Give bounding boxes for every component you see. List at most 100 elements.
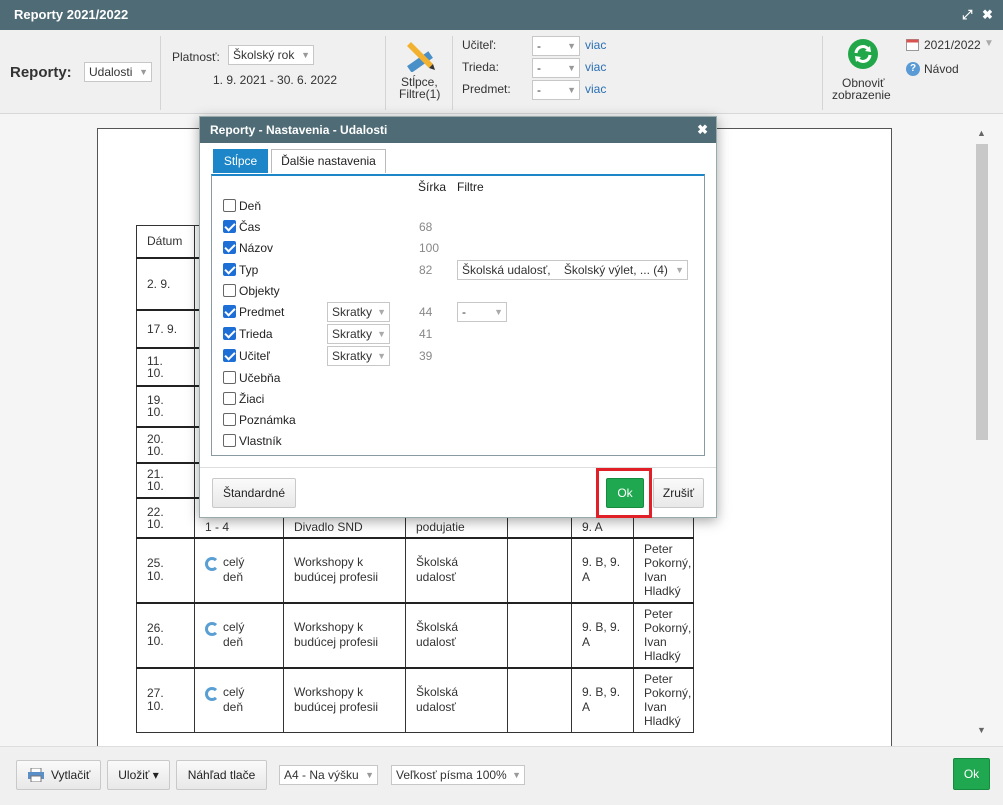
column-name: Čas <box>239 220 261 234</box>
help-label: Návod <box>924 62 959 76</box>
type-cell: Školská udalosť <box>405 601 508 668</box>
column-row-cas: Čas 68 <box>212 217 692 237</box>
platnost-select[interactable]: Školský rok ▼ <box>228 45 314 65</box>
close-icon[interactable]: ✖ <box>982 0 993 30</box>
printer-icon <box>28 768 44 782</box>
paper-size-value: A4 - Na výšku <box>284 768 359 782</box>
school-year-value: 2021/2022 <box>924 38 981 52</box>
tab-more-settings[interactable]: Ďalšie nastavenia <box>271 149 386 173</box>
trieda-checkbox[interactable] <box>223 327 236 340</box>
time-value: celý deň <box>223 555 245 584</box>
column-width: 41 <box>419 327 433 341</box>
predmet-more-link[interactable]: viac <box>585 82 606 96</box>
trieda-select[interactable]: - ▼ <box>532 58 580 78</box>
column-name: Trieda <box>239 327 273 341</box>
pencil-ruler-icon <box>407 42 435 72</box>
objekty-checkbox[interactable] <box>223 284 236 297</box>
column-row-predmet: Predmet Skratky ▼ 44 - ▼ <box>212 302 702 322</box>
ucitel-select[interactable]: - ▼ <box>532 36 580 56</box>
columns-filter-button[interactable]: Stĺpce, Filtre(1) <box>393 36 449 110</box>
scroll-up-icon[interactable]: ▲ <box>977 128 986 138</box>
predmet-filter-select[interactable]: - ▼ <box>457 302 507 322</box>
paper-size-select[interactable]: A4 - Na výšku ▼ <box>279 765 378 785</box>
column-name: Názov <box>239 241 274 255</box>
date-cell: 26. 10. <box>136 601 195 668</box>
table-row: 26. 10. celý deň Workshopy k budúcej pro… <box>136 601 695 668</box>
date-cell: 27. 10. <box>136 666 195 733</box>
scroll-down-icon[interactable]: ▼ <box>977 725 986 735</box>
predmet-mode-select[interactable]: Skratky ▼ <box>327 302 390 322</box>
refresh-label-2: zobrazenie <box>832 88 891 102</box>
refresh-button[interactable]: Obnoviť zobrazenie <box>828 36 898 110</box>
predmet-checkbox[interactable] <box>223 305 236 318</box>
divider <box>385 36 386 110</box>
ucitel-mode-value: Skratky <box>332 349 373 363</box>
ziaci-checkbox[interactable] <box>223 392 236 405</box>
predmet-select[interactable]: - ▼ <box>532 80 580 100</box>
column-width: 82 <box>419 263 433 277</box>
typ-filter-value: Školská udalosť, Školský výlet, ... (4) <box>462 263 668 277</box>
nazov-checkbox[interactable] <box>223 241 236 254</box>
time-value: celý deň <box>223 685 245 715</box>
ok-button[interactable]: Ok <box>953 758 990 790</box>
ucitel-checkbox[interactable] <box>223 349 236 362</box>
name-cell: Workshopy k budúcej profesii <box>283 536 406 603</box>
ucitel-label: Učiteľ: <box>462 38 497 52</box>
ucebna-checkbox[interactable] <box>223 371 236 384</box>
date-cell: 21. 10. <box>136 461 195 498</box>
cas-checkbox[interactable] <box>223 220 236 233</box>
date-cell: 19. 10. <box>136 384 195 427</box>
calendar-icon <box>906 39 919 51</box>
trieda-more-link[interactable]: viac <box>585 60 606 74</box>
column-row-ucebna: Učebňa <box>212 368 692 388</box>
ucitel-mode-select[interactable]: Skratky ▼ <box>327 346 390 366</box>
divider <box>822 36 823 110</box>
maximize-icon[interactable]: ⤢ <box>962 0 972 30</box>
print-preview-button[interactable]: Náhľad tlače <box>176 760 267 790</box>
divider <box>160 36 161 110</box>
chevron-down-icon: ▼ <box>675 265 684 275</box>
column-name: Vlastník <box>239 434 282 448</box>
name-cell: Workshopy k budúcej profesii <box>283 666 406 733</box>
typ-checkbox[interactable] <box>223 263 236 276</box>
time-value: celý deň <box>223 620 245 649</box>
report-type-value: Udalosti <box>89 65 133 79</box>
ucitel-more-link[interactable]: viac <box>585 38 606 52</box>
date-cell: 22. 10. <box>136 496 195 538</box>
scrollbar-thumb[interactable] <box>976 144 988 440</box>
window-title: Reporty 2021/2022 <box>14 7 129 22</box>
type-cell: Školská udalosť <box>405 536 508 603</box>
type-cell: Školská udalosť <box>405 666 508 733</box>
teacher-cell: Peter Pokorný, Ivan Hladký <box>632 536 695 603</box>
report-type-select[interactable]: Udalosti ▼ <box>84 62 152 82</box>
tab-columns[interactable]: Stĺpce <box>213 149 268 173</box>
vertical-scrollbar[interactable]: ▲ ▼ <box>974 128 989 738</box>
trieda-mode-select[interactable]: Skratky ▼ <box>327 324 390 344</box>
font-size-select[interactable]: Veľkosť písma 100% ▼ <box>391 765 525 785</box>
table-row: 27. 10. celý deň Workshopy k budúcej pro… <box>136 666 695 733</box>
column-width: 100 <box>419 241 440 255</box>
recurring-icon <box>205 686 219 701</box>
predmet-value: - <box>537 83 541 97</box>
den-checkbox[interactable] <box>223 199 236 212</box>
standard-button[interactable]: Štandardné <box>212 478 296 508</box>
typ-filter-select[interactable]: Školská udalosť, Školský výlet, ... (4) ▼ <box>457 260 688 280</box>
help-link[interactable]: ? Návod <box>906 61 966 79</box>
print-button[interactable]: Vytlačiť <box>16 760 101 790</box>
column-row-nazov: Názov 100 <box>212 238 692 258</box>
cancel-button[interactable]: Zrušiť <box>653 478 704 508</box>
vlastnik-checkbox[interactable] <box>223 434 236 447</box>
footer-bar: Vytlačiť Uložiť ▾ Náhľad tlače A4 - Na v… <box>0 746 1003 805</box>
column-row-den: Deň <box>212 196 692 216</box>
column-row-ucitel: Učiteľ Skratky ▼ 39 <box>212 346 692 366</box>
dialog-title: Reporty - Nastavenia - Udalosti <box>210 123 388 137</box>
column-row-ziaci: Žiaci <box>212 389 692 409</box>
school-year-select[interactable]: 2021/2022 ▼ <box>906 37 996 55</box>
close-icon[interactable]: ✖ <box>697 117 708 143</box>
dialog-ok-button[interactable]: Ok <box>606 478 644 508</box>
save-button[interactable]: Uložiť ▾ <box>107 760 170 790</box>
poznamka-checkbox[interactable] <box>223 413 236 426</box>
reporty-label: Reporty: <box>10 64 72 81</box>
divider <box>452 36 453 110</box>
table-row: 25. 10. celý deň Workshopy k budúcej pro… <box>136 536 695 603</box>
